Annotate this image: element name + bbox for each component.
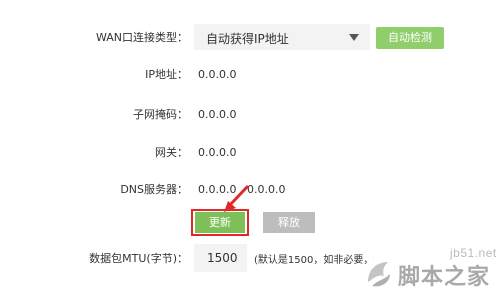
watermark-url: jb51.net: [450, 246, 497, 260]
mtu-hint: (默认是1500，如非必要，请: [254, 255, 374, 266]
mtu-input[interactable]: 1500: [194, 244, 247, 272]
watermark-logo-icon: [368, 262, 390, 287]
watermark-text: 脚本之家: [398, 265, 491, 290]
mtu-label: 数据包MTU(字节)：: [89, 252, 188, 265]
watermark: jb51.net 脚本之家: [358, 246, 500, 294]
